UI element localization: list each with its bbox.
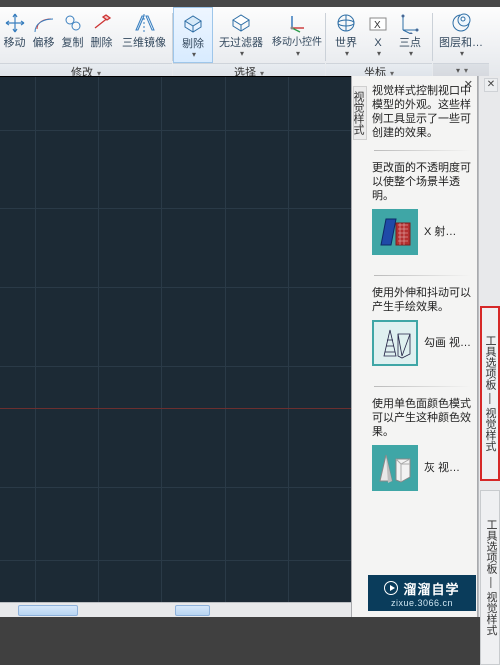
tool-3dmirror-label: 三维镜像 bbox=[122, 37, 166, 49]
tool-delete-label: 删除 bbox=[91, 37, 113, 49]
side-tab-visualstyles-active[interactable]: 工具选项板 — 视觉样式 bbox=[480, 306, 500, 481]
tool-3dmirror[interactable]: 三维镜像 bbox=[116, 7, 172, 63]
chevron-down-icon: ▾ bbox=[456, 66, 460, 75]
tool-erase-filter[interactable]: 剔除 ▾ bbox=[173, 7, 213, 63]
tool-move-label: 移动 bbox=[4, 37, 26, 49]
tool-x-label: X bbox=[374, 37, 381, 49]
horizontal-scrollbar[interactable] bbox=[0, 602, 351, 617]
tool-copy[interactable]: 复制 bbox=[58, 7, 87, 63]
vs-section-title: 更改面的不透明度可以使整个场景半透明。 bbox=[370, 161, 475, 209]
watermark: 溜溜自学 zixue.3066.cn bbox=[368, 575, 476, 611]
vs-section-title: 使用单色面颜色模式可以产生这种颜色效果。 bbox=[370, 397, 475, 445]
vs-sample-sketch[interactable]: 勾画 视… bbox=[370, 320, 475, 384]
tool-movegizmo-label: 移动小控件 bbox=[272, 37, 322, 49]
layers-icon bbox=[449, 11, 473, 35]
gizmo-icon bbox=[285, 11, 309, 35]
ribbon-group-coord: 世界 ▾ X X ▾ 三点 ▾ 坐标 bbox=[326, 7, 432, 76]
tool-nofilter[interactable]: 无过滤器 ▾ bbox=[213, 7, 269, 63]
tool-move[interactable]: 移动 bbox=[0, 7, 29, 63]
copy-icon bbox=[61, 11, 85, 35]
group-select-label[interactable]: 选择 bbox=[173, 63, 325, 76]
watermark-title: 溜溜自学 bbox=[403, 579, 459, 598]
world-icon bbox=[334, 11, 358, 35]
vs-section-title: 使用外伸和抖动可以产生手绘效果。 bbox=[370, 286, 475, 320]
scroll-thumb[interactable] bbox=[175, 605, 210, 616]
erase-icon bbox=[181, 12, 205, 36]
scroll-thumb[interactable] bbox=[18, 605, 78, 616]
vs-sample-xray[interactable]: X 射… bbox=[370, 209, 475, 273]
chevron-down-icon: ▾ bbox=[192, 50, 196, 59]
tool-3point-label: 三点 bbox=[399, 37, 421, 49]
vs-panel-vertical-title[interactable]: 视觉样式 bbox=[353, 86, 367, 140]
vs-caption: 灰 视… bbox=[424, 462, 460, 475]
vs-caption: 勾画 视… bbox=[424, 337, 471, 350]
tool-x[interactable]: X X ▾ bbox=[366, 7, 390, 63]
mirror3d-icon bbox=[132, 11, 156, 35]
svg-text:X: X bbox=[374, 20, 381, 31]
ribbon: 移动 偏移 复制 删除 bbox=[0, 7, 500, 76]
tool-offset-label: 偏移 bbox=[33, 37, 55, 49]
tool-copy-label: 复制 bbox=[62, 37, 84, 49]
side-tab-strip: ✕ 工具选项板 — 视觉样式 工具选项板 — 视觉样式 bbox=[478, 76, 500, 617]
vs-sample-mono[interactable]: 灰 视… bbox=[370, 445, 475, 509]
tool-layers[interactable]: 图层和… ▾ bbox=[433, 7, 489, 63]
group-layers-label[interactable]: ▾ bbox=[433, 63, 489, 76]
chevron-down-icon: ▾ bbox=[377, 49, 381, 58]
drawing-canvas[interactable] bbox=[0, 76, 351, 602]
mono-thumb-icon bbox=[372, 445, 418, 491]
chevron-down-icon: ▾ bbox=[345, 49, 349, 58]
group-modify-label[interactable]: 修改 bbox=[0, 63, 172, 76]
threepoints-icon bbox=[398, 11, 422, 35]
ribbon-group-modify: 移动 偏移 复制 删除 bbox=[0, 7, 172, 76]
tool-offset[interactable]: 偏移 bbox=[29, 7, 58, 63]
vs-panel-intro: 视觉样式控制视口中模型的外观。这些样例工具显示了一些可创建的效果。 bbox=[370, 80, 475, 148]
ribbon-group-select: 剔除 ▾ 无过滤器 ▾ 移动小控件 ▾ 选择 bbox=[173, 7, 325, 76]
nofilter-icon bbox=[229, 11, 253, 35]
chevron-down-icon: ▾ bbox=[460, 49, 464, 58]
offset-icon bbox=[32, 11, 56, 35]
tool-layers-label: 图层和… bbox=[439, 37, 483, 49]
chevron-down-icon: ▾ bbox=[240, 49, 244, 58]
side-tab-visualstyles[interactable]: 工具选项板 — 视觉样式 bbox=[480, 490, 500, 665]
tool-nofilter-label: 无过滤器 bbox=[219, 37, 263, 49]
chevron-down-icon: ▾ bbox=[296, 49, 300, 58]
watermark-url: zixue.3066.cn bbox=[391, 598, 453, 608]
ribbon-group-layers: 图层和… ▾ ▾ bbox=[433, 7, 489, 76]
tool-world[interactable]: 世界 ▾ bbox=[326, 7, 366, 63]
xray-thumb-icon bbox=[372, 209, 418, 255]
group-coord-label[interactable]: 坐标 bbox=[326, 63, 432, 76]
visual-styles-panel: ✕ 视觉样式 视觉样式控制视口中模型的外观。这些样例工具显示了一些可创建的效果。… bbox=[351, 76, 478, 617]
panel-close-icon[interactable]: ✕ bbox=[484, 78, 498, 92]
chevron-down-icon: ▾ bbox=[409, 49, 413, 58]
tool-movegizmo[interactable]: 移动小控件 ▾ bbox=[269, 7, 325, 63]
sketch-thumb-icon bbox=[372, 320, 418, 366]
tool-3point[interactable]: 三点 ▾ bbox=[390, 7, 430, 63]
delete-icon bbox=[90, 11, 114, 35]
tool-erase-label: 剔除 bbox=[182, 38, 204, 50]
x-axis-icon: X bbox=[366, 11, 390, 35]
tool-delete[interactable]: 删除 bbox=[87, 7, 116, 63]
tool-world-label: 世界 bbox=[335, 37, 357, 49]
play-icon bbox=[384, 581, 398, 595]
move-icon bbox=[3, 11, 27, 35]
vs-caption: X 射… bbox=[424, 226, 456, 239]
